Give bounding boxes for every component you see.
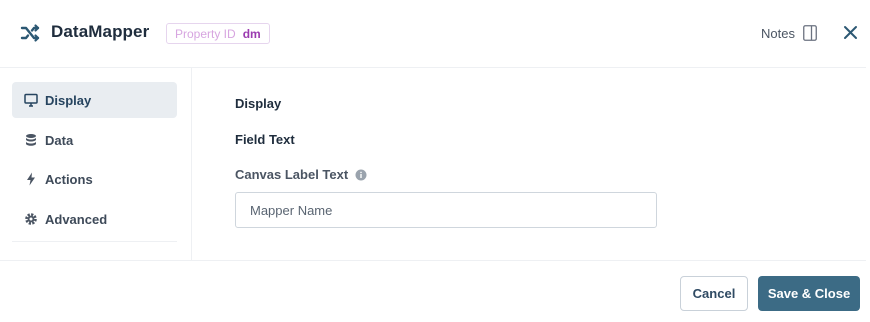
sidebar-item-label: Data bbox=[45, 132, 74, 148]
monitor-icon bbox=[24, 93, 38, 107]
dialog-title: DataMapper bbox=[51, 22, 150, 41]
sidebar-item-label: Display bbox=[45, 92, 92, 108]
database-icon bbox=[26, 134, 36, 146]
canvas-label-input[interactable] bbox=[235, 192, 657, 228]
save-and-close-button[interactable]: Save & Close bbox=[758, 276, 860, 311]
sidebar-item-display[interactable]: Display bbox=[12, 82, 177, 118]
dialog-header: DataMapper Property ID dm Notes bbox=[0, 0, 866, 68]
sidebar-divider bbox=[12, 241, 177, 242]
section-title: Display bbox=[235, 96, 282, 111]
notes-toggle[interactable]: Notes bbox=[761, 25, 817, 41]
canvas-label-row: Canvas Label Text bbox=[235, 167, 367, 182]
sidebar-item-actions[interactable]: Actions bbox=[12, 161, 177, 197]
property-id-badge: Property ID dm bbox=[166, 23, 270, 44]
settings-sidebar: Display Data Actions Advanced bbox=[0, 68, 192, 260]
canvas-label-text: Canvas Label Text bbox=[235, 167, 349, 182]
info-icon[interactable] bbox=[355, 169, 367, 181]
sidebar-item-advanced[interactable]: Advanced bbox=[12, 201, 177, 237]
dialog-footer: Cancel Save & Close bbox=[0, 260, 866, 322]
shuffle-icon bbox=[20, 24, 40, 42]
sidebar-item-data[interactable]: Data bbox=[12, 122, 177, 158]
lightning-bolt-icon bbox=[27, 172, 35, 186]
side-panel-icon bbox=[803, 25, 817, 41]
property-id-label: Property ID bbox=[175, 26, 236, 41]
close-icon[interactable] bbox=[843, 25, 858, 40]
cancel-button[interactable]: Cancel bbox=[680, 276, 748, 311]
subsection-title: Field Text bbox=[235, 132, 295, 147]
gear-icon bbox=[25, 213, 37, 225]
sidebar-item-label: Actions bbox=[45, 171, 93, 187]
property-id-value: dm bbox=[242, 26, 261, 41]
sidebar-item-label: Advanced bbox=[45, 211, 108, 227]
notes-label: Notes bbox=[761, 25, 795, 41]
